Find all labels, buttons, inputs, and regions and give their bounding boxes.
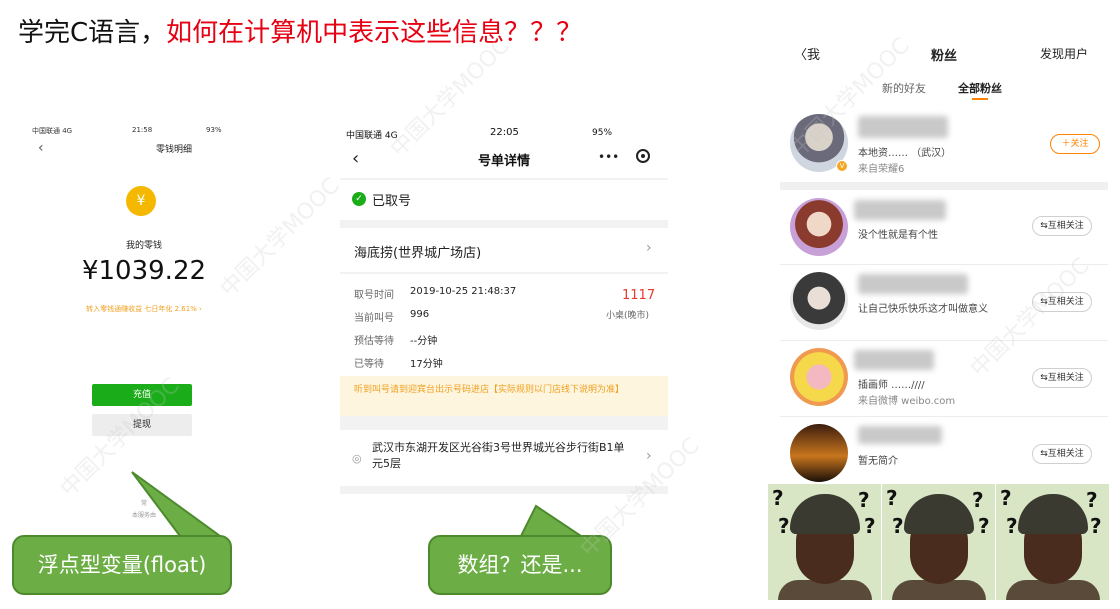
tab-all-fans[interactable]: 全部粉丝 bbox=[958, 80, 1002, 96]
question-mark: ? bbox=[772, 486, 784, 510]
callout-array: 数组？还是... bbox=[428, 535, 612, 595]
active-tab-indicator bbox=[972, 98, 988, 100]
blurred-username bbox=[854, 200, 946, 220]
close-miniapp-icon[interactable] bbox=[636, 149, 650, 163]
tab-new-friends[interactable]: 新的好友 bbox=[882, 80, 926, 96]
store-name: 海底捞(世界城广场店) bbox=[354, 246, 482, 261]
avatar[interactable] bbox=[790, 198, 848, 256]
status-battery: 95% bbox=[592, 128, 613, 138]
status-carrier: 中国联通 4G bbox=[346, 131, 398, 141]
row-value: --分钟 bbox=[410, 336, 438, 347]
user-description: 插画师 ……//// bbox=[858, 380, 925, 391]
question-mark: ? bbox=[1090, 514, 1102, 538]
user-description: 本地资…… （武汉） bbox=[858, 148, 952, 159]
question-mark: ? bbox=[858, 488, 870, 512]
question-mark: ? bbox=[892, 514, 904, 538]
row-key: 预估等待 bbox=[354, 336, 394, 347]
promo-link[interactable]: 转入零钱通赚收益 七日年化 2.61% › bbox=[28, 304, 260, 314]
question-mark: ? bbox=[1006, 514, 1018, 538]
recharge-button[interactable]: 充值 bbox=[92, 384, 192, 406]
row-value: 17分钟 bbox=[410, 359, 443, 370]
user-source: 来自微博 weibo.com bbox=[858, 396, 956, 407]
question-mark: ? bbox=[864, 514, 876, 538]
verified-badge-icon: V bbox=[836, 160, 848, 172]
status-time: 22:05 bbox=[490, 127, 519, 138]
avatar[interactable] bbox=[790, 348, 848, 406]
status-time: 21:58 bbox=[132, 126, 153, 134]
mutual-follow-button[interactable]: ⇆互相关注 bbox=[1032, 292, 1092, 312]
table-type: 小桌(晚市) bbox=[606, 311, 650, 321]
row-key: 当前叫号 bbox=[354, 313, 394, 324]
wallet-title: 零钱明细 bbox=[155, 145, 192, 155]
balance-label: 我的零钱 bbox=[125, 241, 162, 251]
title-part2: 如何在计算机中表示这些信息？？？ bbox=[166, 18, 583, 48]
row-divider bbox=[780, 340, 1108, 341]
wallet-screen: 中国联通 4G 21:58 93% ‹ 零钱明细 ¥ 我的零钱 ¥1039.22… bbox=[28, 122, 260, 522]
row-value: 2019-10-25 21:48:37 bbox=[410, 286, 517, 297]
user-source: 来自荣耀6 bbox=[858, 164, 905, 175]
question-mark: ? bbox=[1000, 486, 1012, 510]
row-divider bbox=[780, 416, 1108, 417]
callout-float: 浮点型变量(float) bbox=[12, 535, 232, 595]
follow-button[interactable]: ＋关注 bbox=[1050, 134, 1100, 154]
withdraw-button[interactable]: 提现 bbox=[92, 414, 192, 436]
slide-title: 学完C语言，如何在计算机中表示这些信息？？？ bbox=[18, 12, 582, 49]
user-description: 暂无简介 bbox=[858, 456, 898, 467]
confused-face-image: ? ? ? ? bbox=[996, 484, 1109, 600]
question-mark: ? bbox=[978, 514, 990, 538]
row-value: 996 bbox=[410, 309, 430, 320]
confused-face-image: ? ? ? ? bbox=[882, 484, 995, 600]
title-part1: 学完C语言， bbox=[18, 18, 167, 48]
queue-status: 已取号 bbox=[372, 194, 412, 209]
check-icon: ✓ bbox=[352, 192, 366, 206]
question-mark: ? bbox=[1086, 488, 1098, 512]
blurred-username bbox=[858, 274, 968, 294]
ticket-number: 1117 bbox=[622, 288, 656, 303]
back-icon[interactable]: ‹ bbox=[38, 140, 44, 156]
mutual-follow-button[interactable]: ⇆互相关注 bbox=[1032, 368, 1092, 388]
callout-tail bbox=[131, 471, 224, 537]
avatar[interactable] bbox=[790, 272, 848, 330]
queue-tip: 听到叫号请到迎宾台出示号码进店【实际规则以门店线下说明为准】 bbox=[340, 376, 668, 416]
balance-amount: ¥1039.22 bbox=[81, 256, 207, 286]
question-mark: ? bbox=[972, 488, 984, 512]
blurred-username bbox=[854, 350, 934, 370]
chevron-right-icon: › bbox=[646, 448, 652, 464]
yuan-coin-icon: ¥ bbox=[126, 186, 156, 216]
question-mark: ? bbox=[886, 486, 898, 510]
blurred-username bbox=[858, 116, 948, 138]
row-divider bbox=[780, 264, 1108, 265]
store-address: 武汉市东湖开发区光谷街3号世界城光谷步行街B1单元5层 bbox=[372, 441, 625, 470]
blurred-username bbox=[858, 426, 942, 444]
user-description: 没个性就是有个性 bbox=[858, 230, 938, 241]
user-description: 让自己快乐快乐这才叫做意义 bbox=[858, 304, 988, 315]
row-key: 已等待 bbox=[354, 359, 384, 370]
section-divider bbox=[780, 182, 1108, 190]
row-key: 取号时间 bbox=[354, 290, 394, 301]
mutual-follow-button[interactable]: ⇆互相关注 bbox=[1032, 444, 1092, 464]
mutual-follow-button[interactable]: ⇆互相关注 bbox=[1032, 216, 1092, 236]
status-battery: 93% bbox=[206, 126, 222, 134]
discover-users-link[interactable]: 发现用户 bbox=[1040, 45, 1088, 62]
avatar[interactable] bbox=[790, 424, 848, 482]
question-mark: ? bbox=[778, 514, 790, 538]
queue-screen: 中国联通 4G 22:05 95% ‹ 号单详情 ••• ✓ 已取号 海底捞(世… bbox=[340, 122, 668, 494]
chevron-right-icon: › bbox=[646, 240, 652, 256]
confused-face-image: ? ? ? ? bbox=[768, 484, 881, 600]
location-pin-icon: ◎ bbox=[352, 452, 362, 465]
fans-screen: 〈我 粉丝 发现用户 新的好友 全部粉丝 V 本地资…… （武汉） 来自荣耀6 … bbox=[780, 36, 1108, 486]
confused-meme-strip: ? ? ? ? ? ? ? ? ? ? ? ? bbox=[768, 484, 1109, 600]
more-icon[interactable]: ••• bbox=[598, 150, 619, 164]
status-carrier: 中国联通 4G bbox=[32, 127, 73, 135]
